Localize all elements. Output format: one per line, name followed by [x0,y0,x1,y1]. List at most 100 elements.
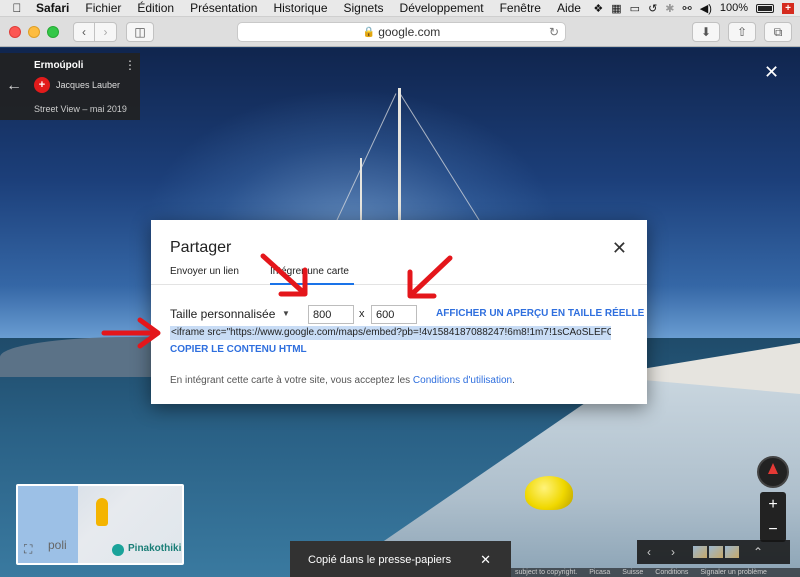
annotation-arrow-height [407,255,453,299]
tabs-icon: ⧉ [773,24,783,39]
minimize-window-button[interactable] [28,25,40,38]
tabs-divider [151,284,647,285]
dropbox-icon[interactable]: ❖ [593,2,603,15]
close-window-button[interactable] [9,25,21,38]
reload-icon[interactable]: ↻ [549,25,559,39]
volume-icon[interactable]: ◀) [700,2,712,15]
window-controls [9,25,59,38]
tabs-overview-button[interactable]: ⧉ [764,22,792,42]
picasa-link[interactable]: Picasa [589,568,610,577]
region-link[interactable]: Suisse [622,568,643,577]
author-avatar[interactable]: + [34,77,50,93]
menu-presentation[interactable]: Présentation [182,1,265,15]
bluetooth-icon[interactable]: ✱ [665,2,674,15]
menu-developpement[interactable]: Développement [392,1,492,15]
history-nav: ‹ › [73,21,117,42]
terms-footer-link[interactable]: Conditions [655,568,688,577]
photo-thumbnail[interactable] [725,546,739,558]
width-input[interactable] [308,305,354,324]
apple-menu-icon[interactable]:  [6,1,28,15]
capture-date[interactable]: Street View – mai 2019 [34,104,127,114]
back-button[interactable]: ‹ [73,21,95,42]
terms-end: . [512,375,515,386]
menu-fenetre[interactable]: Fenêtre [492,1,549,15]
close-street-view-icon[interactable]: ✕ [764,62,779,83]
embed-code-field[interactable]: <iframe src="https://www.google.com/maps… [170,326,611,340]
chevron-left-icon: ‹ [82,24,86,39]
sidebar-button[interactable]: ◫ [126,21,154,42]
lock-icon: 🔒 [362,26,376,38]
photo-strip-controls: ‹ › ⌃ [637,540,790,564]
photo-thumbnail[interactable] [709,546,723,558]
dismiss-toast-icon[interactable]: ✕ [480,552,491,568]
airplay-icon[interactable]: ▭ [630,2,640,15]
safari-toolbar: ‹ › ◫ 🔒 google.com ↻ ⬇ ⇧ ⧉ [0,17,800,47]
dialog-title: Partager [170,239,232,256]
battery-percent: 100% [719,2,748,14]
wifi-icon[interactable]: ⚯ [683,2,692,15]
author-name[interactable]: Jacques Lauber [56,80,120,90]
expand-strip-icon[interactable]: ⌃ [753,545,763,559]
sidebar-icon: ◫ [134,24,146,39]
status-icons: ❖ ▦ ▭ ↺ ✱ ⚯ ◀) 100% + [593,2,800,15]
copyright-notice: subject to copyright. [515,569,578,576]
caret-down-icon[interactable]: ▼ [282,309,290,318]
copied-toast: Copié dans le presse-papiers ✕ [290,541,511,577]
input-source-icon[interactable]: + [782,2,794,14]
menu-aide[interactable]: Aide [549,1,589,15]
chevron-left-icon[interactable]: ‹ [647,545,671,559]
toolbar-right-buttons: ⬇ ⇧ ⧉ [692,22,800,42]
photo-thumbnail[interactable] [693,546,707,558]
address-url: google.com [378,25,441,39]
close-dialog-icon[interactable]: ✕ [612,238,627,259]
tab-send-link[interactable]: Envoyer un lien [170,266,239,277]
zoom-control: + − [760,492,786,542]
share-icon: ⇧ [736,25,748,39]
forward-button[interactable]: › [95,21,117,42]
annotation-arrow-width [260,253,308,297]
terms-text: En intégrant cette carte à votre site, v… [170,375,413,386]
annotation-arrow-code [101,317,161,349]
size-select[interactable]: Taille personnalisée [170,307,275,321]
download-icon: ⬇ [700,25,712,39]
chevron-right-icon[interactable]: › [671,545,691,559]
report-problem-link[interactable]: Signaler un problème [700,568,767,577]
yellow-bollard [525,476,573,510]
minimap[interactable]: poli Pinakothiki ⛶ [16,484,184,565]
share-dialog: Partager ✕ Envoyer un lien Intégrer une … [151,220,647,404]
timemachine-icon[interactable]: ↺ [648,2,657,15]
share-button[interactable]: ⇧ [728,22,756,42]
menu-bar:  Safari Fichier Édition Présentation Hi… [0,0,800,17]
map-footer: subject to copyright. Picasa Suisse Cond… [511,568,800,577]
zoom-window-button[interactable] [47,25,59,38]
expand-map-icon[interactable]: ⛶ [24,542,32,557]
museum-pin-icon[interactable] [112,544,124,556]
menu-historique[interactable]: Historique [265,1,335,15]
compass-icon[interactable] [757,456,789,488]
street-view-info-card: ← Ermoúpoli + Jacques Lauber Street View… [0,53,140,120]
battery-icon[interactable] [756,3,774,13]
address-bar[interactable]: 🔒 google.com ↻ [237,22,566,42]
app-status-icon[interactable]: ▦ [611,2,621,15]
toast-message: Copié dans le presse-papiers [308,554,452,566]
dimension-separator: x [359,308,365,320]
menu-fichier[interactable]: Fichier [77,1,129,15]
more-options-icon[interactable]: ⋮ [124,59,136,71]
back-arrow-icon[interactable]: ← [6,77,22,95]
downloads-button[interactable]: ⬇ [692,22,720,42]
pegman-icon[interactable] [96,498,108,526]
zoom-in-button[interactable]: + [760,492,786,517]
chevron-right-icon: › [103,24,108,39]
minimap-partial-label: poli [48,538,67,552]
zoom-out-button[interactable]: − [760,517,786,542]
menu-signets[interactable]: Signets [336,1,392,15]
height-input[interactable] [371,305,417,324]
menu-app-safari[interactable]: Safari [28,1,77,15]
copy-html-button[interactable]: COPIER LE CONTENU HTML [170,344,307,355]
minimap-place-label[interactable]: Pinakothiki [128,543,181,554]
terms-link[interactable]: Conditions d'utilisation [413,375,512,386]
terms-notice: En intégrant cette carte à votre site, v… [170,375,515,386]
preview-full-size-link[interactable]: AFFICHER UN APERÇU EN TAILLE RÉELLE [436,308,644,319]
menu-edition[interactable]: Édition [129,1,182,15]
place-name[interactable]: Ermoúpoli [34,60,83,71]
